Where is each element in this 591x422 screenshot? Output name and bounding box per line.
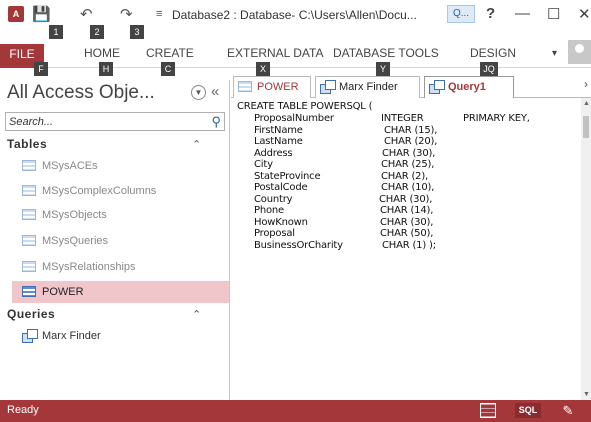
nav-item-query[interactable]: Marx Finder <box>12 325 229 347</box>
sql-line: Phone CHAR (14), <box>254 205 434 216</box>
nav-menu-dropdown-icon[interactable]: ▼ <box>191 85 206 100</box>
tab-home[interactable]: HOME <box>84 46 120 60</box>
group-header-tables[interactable]: Tables <box>7 137 47 151</box>
scroll-tabs-right-icon[interactable]: › <box>584 77 588 91</box>
collapse-group-icon[interactable]: ⌃ <box>192 138 201 151</box>
title-bar: A 💾 ↶ ↷ ≡ 1 2 3 Database2 : Database- C:… <box>0 0 591 44</box>
document-tabs: POWER Marx Finder Query1 › <box>231 76 591 99</box>
keytip-badge: 1 <box>49 25 63 39</box>
query-icon <box>320 80 336 94</box>
sql-line: Proposal CHAR (50), <box>254 228 434 239</box>
keytip-badge: 3 <box>130 25 144 39</box>
sql-editor[interactable]: CREATE TABLE POWERSQL ( ProposalNumber I… <box>231 98 581 400</box>
tab-database-tools[interactable]: DATABASE TOOLS <box>333 46 439 60</box>
collapse-pane-icon[interactable]: « <box>211 83 219 100</box>
table-icon <box>22 235 36 246</box>
keytip-badge: JQ <box>480 62 498 76</box>
status-text: Ready <box>7 404 39 416</box>
table-icon <box>22 286 36 297</box>
nav-pane-title[interactable]: All Access Obje... <box>7 82 155 104</box>
redo-icon[interactable]: ↷ <box>120 5 133 23</box>
nav-item-table[interactable]: MSysComplexColumns <box>12 180 229 202</box>
sql-line: City CHAR (25), <box>254 159 435 170</box>
restore-icon[interactable]: ☐ <box>547 5 560 23</box>
keytip-badge: C <box>161 62 175 76</box>
keytip-badge: X <box>256 62 270 76</box>
keytip-badge: 2 <box>90 25 104 39</box>
access-app-icon[interactable]: A <box>8 6 24 22</box>
nav-search-input[interactable] <box>6 113 202 130</box>
sql-line: CREATE TABLE POWERSQL ( <box>237 101 373 112</box>
user-avatar[interactable] <box>568 40 591 64</box>
table-icon <box>22 209 36 220</box>
undo-icon[interactable]: ↶ <box>80 5 93 23</box>
scrollbar-thumb[interactable] <box>583 116 589 138</box>
nav-item-table-selected[interactable]: POWER <box>12 281 229 303</box>
close-icon[interactable]: ✕ <box>578 5 591 23</box>
nav-item-table[interactable]: MSysRelationships <box>12 256 229 278</box>
sql-line: BusinessOrCharity CHAR (1) ); <box>254 240 436 251</box>
nav-item-table[interactable]: MSysObjects <box>12 204 229 226</box>
customize-quick-access-icon[interactable]: ≡ <box>156 8 162 20</box>
sql-line: LastName CHAR (20), <box>254 136 438 147</box>
keytip-badge: F <box>34 62 48 76</box>
tell-me-search[interactable]: Q... <box>447 5 475 23</box>
datasheet-view-icon[interactable] <box>480 403 496 418</box>
collapse-group-icon[interactable]: ⌃ <box>192 308 201 321</box>
save-icon[interactable]: 💾 <box>32 5 51 23</box>
query-icon <box>22 329 38 343</box>
nav-item-table[interactable]: MSysACEs <box>12 155 229 177</box>
search-icon[interactable]: ⚲ <box>211 114 221 130</box>
status-bar: Ready SQL ✎ <box>0 400 591 422</box>
sql-line: ProposalNumber INTEGER PRIMARY KEY, <box>254 113 530 124</box>
table-icon <box>238 81 252 92</box>
ribbon-dropdown-icon[interactable]: ▾ <box>552 48 557 59</box>
window-title: Database2 : Database- C:\Users\Allen\Doc… <box>172 8 417 22</box>
sql-line: PostalCode CHAR (10), <box>254 182 435 193</box>
group-header-queries[interactable]: Queries <box>7 307 55 321</box>
query-icon <box>429 80 445 94</box>
scroll-up-icon[interactable]: ▲ <box>583 100 590 107</box>
keytip-badge: H <box>99 62 113 76</box>
scroll-down-icon[interactable]: ▼ <box>583 391 590 398</box>
keytip-badge: Y <box>376 62 390 76</box>
doc-tab-marx-finder[interactable]: Marx Finder <box>315 76 420 98</box>
navigation-pane: All Access Obje... ▼ « ⚲ Tables ⌃ MSysAC… <box>0 80 230 400</box>
design-view-icon[interactable]: ✎ <box>560 403 576 418</box>
help-icon[interactable]: ? <box>486 5 495 22</box>
vertical-scrollbar[interactable]: ▲ ▼ <box>581 98 591 400</box>
nav-search-box: ⚲ <box>5 112 225 131</box>
doc-tab-query1[interactable]: Query1 <box>424 76 514 99</box>
minimize-icon[interactable]: — <box>515 5 530 22</box>
sql-view-button[interactable]: SQL <box>515 403 541 418</box>
table-icon <box>22 160 36 171</box>
doc-tab-power[interactable]: POWER <box>233 76 311 98</box>
nav-item-table[interactable]: MSysQueries <box>12 230 229 252</box>
tab-create[interactable]: CREATE <box>146 46 194 60</box>
table-icon <box>22 185 36 196</box>
table-icon <box>22 261 36 272</box>
tab-design[interactable]: DESIGN <box>470 46 516 60</box>
tab-external-data[interactable]: EXTERNAL DATA <box>227 46 323 60</box>
ribbon-tabs: FILE HOME CREATE EXTERNAL DATA DATABASE … <box>0 40 591 68</box>
